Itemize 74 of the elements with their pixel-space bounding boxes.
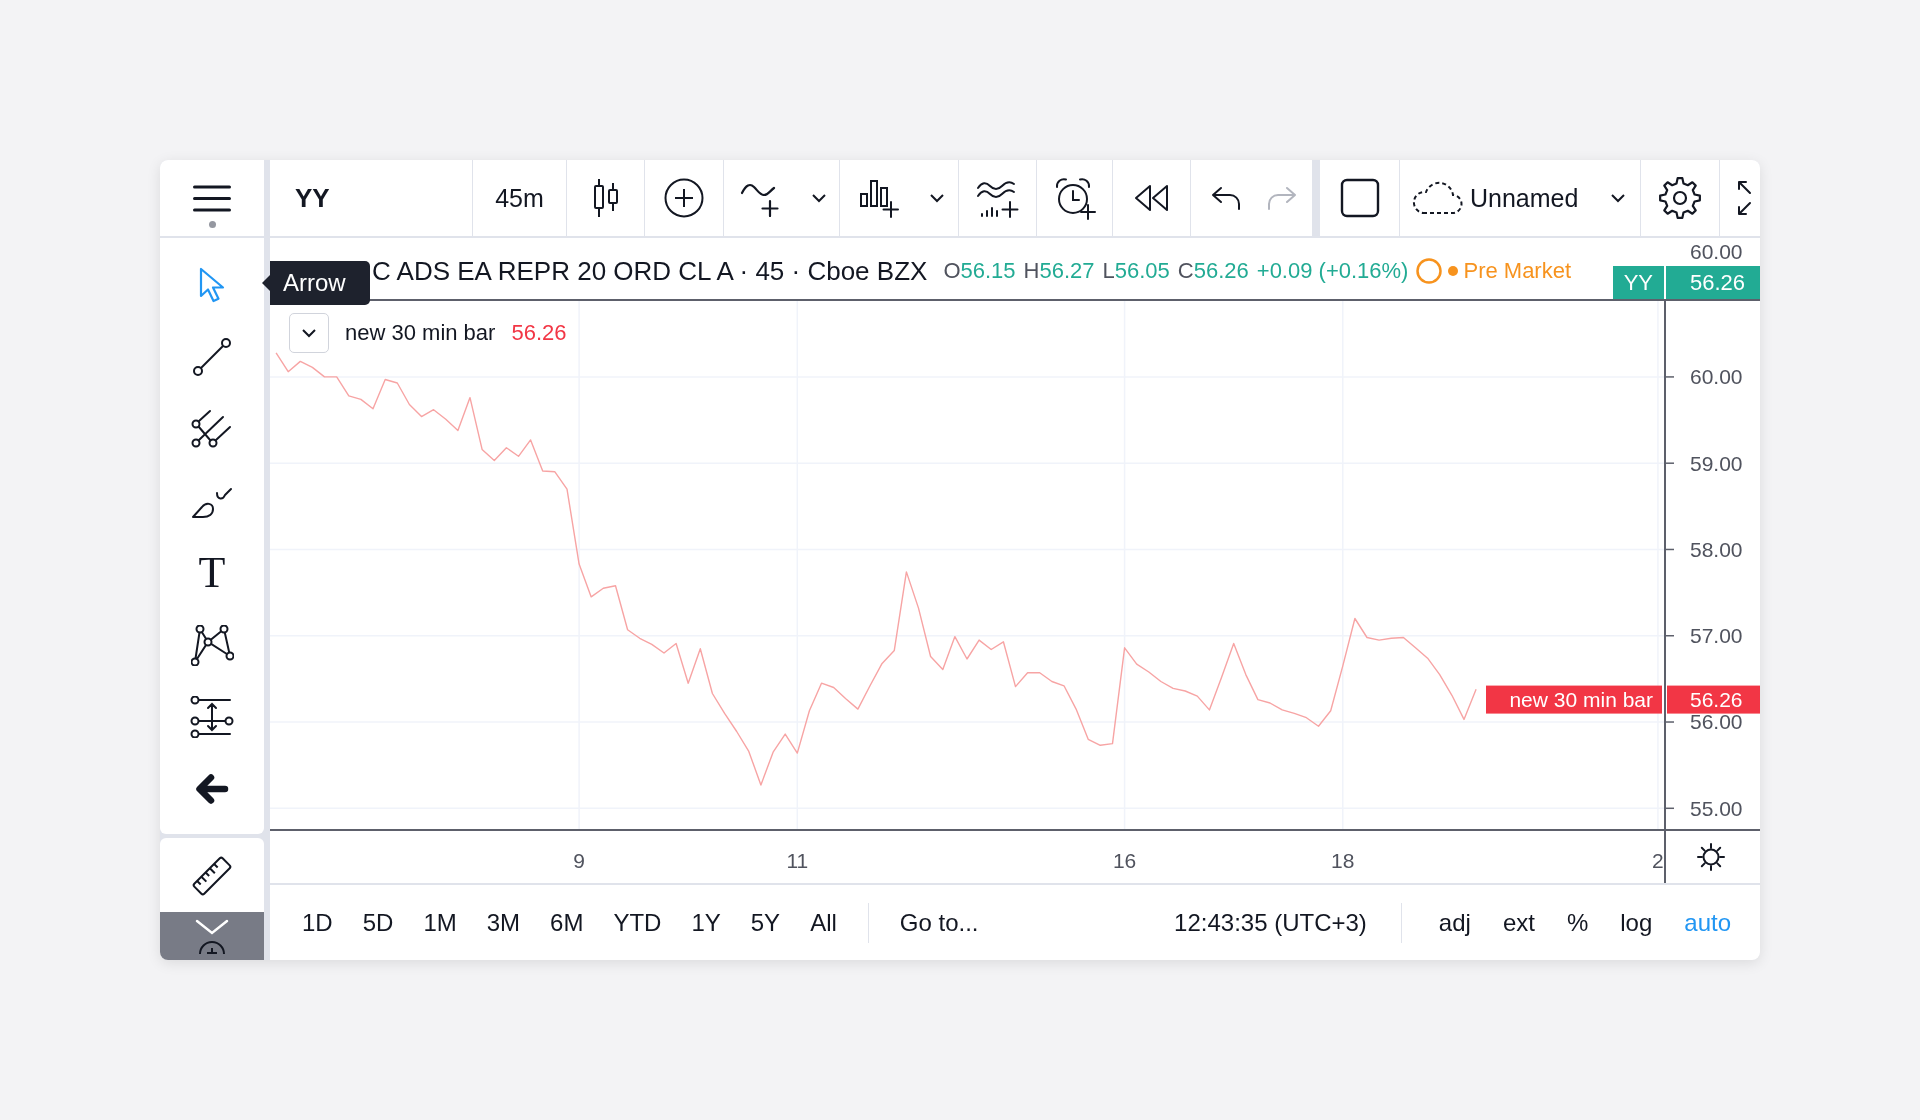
dot-icon — [208, 221, 216, 228]
symbol-title: C ADS EA REPR 20 ORD CL A · 45 · Cboe BZX — [372, 255, 928, 287]
symbol-button[interactable]: YY — [270, 160, 473, 236]
time-axis-label: 9 — [573, 849, 585, 873]
candlestick-icon — [592, 178, 619, 218]
settings-icon — [1658, 176, 1702, 220]
time-axis-label: 11 — [786, 849, 809, 873]
price-axis-label: 60.00 — [1689, 239, 1744, 265]
price-axis-label: 58.00 — [1690, 537, 1743, 561]
ohlc-reading: L56.05 — [1102, 258, 1170, 284]
caret-icon — [811, 193, 827, 203]
range-button[interactable]: 3M — [471, 900, 536, 945]
price-change: +0.09 (+0.16%) — [1256, 258, 1409, 284]
undo-icon — [1210, 185, 1242, 211]
cloud-icon — [1411, 180, 1463, 216]
ohlc-reading: O56.15 — [943, 258, 1016, 284]
collapse-button[interactable] — [289, 313, 329, 353]
chevron-down-icon — [301, 328, 317, 338]
interval-button[interactable]: 45m — [473, 160, 567, 236]
ohlc-reading: H56.27 — [1023, 258, 1095, 284]
caret-icon — [1610, 193, 1626, 203]
scale-option-button[interactable]: ext — [1486, 900, 1551, 945]
series-price-label: new 30 min bar — [1486, 685, 1662, 714]
scroll-down-button[interactable] — [160, 912, 264, 960]
price-axis-label: 57.00 — [1690, 624, 1743, 648]
range-button[interactable]: 1Y — [676, 900, 736, 945]
go-to-button[interactable]: Go to... — [884, 900, 994, 945]
session-label: Pre Market — [1463, 258, 1572, 284]
caret-icon — [929, 193, 945, 203]
cursor-icon — [198, 266, 226, 304]
price-axis-label: 59.00 — [1690, 451, 1743, 475]
range-button[interactable]: 1M — [408, 900, 472, 945]
ruler-icon — [191, 855, 233, 897]
range-button[interactable]: 5D — [347, 900, 409, 945]
square-icon — [1339, 178, 1380, 218]
range-button[interactable]: All — [795, 900, 852, 945]
plus-circle-icon — [664, 178, 704, 218]
redo-icon — [1266, 185, 1298, 211]
pattern-nodes-icon — [190, 624, 234, 666]
trend-line-icon — [192, 337, 232, 377]
layout-name-button[interactable]: Unnamed — [1400, 160, 1641, 236]
status-dot-icon — [1448, 266, 1459, 276]
series-label: new 30 min bar — [1509, 687, 1653, 711]
sun-icon[interactable] — [1697, 843, 1725, 871]
bar-chart-plus-icon — [859, 178, 899, 218]
price-axis-tag: 56.26 — [1666, 266, 1760, 299]
range-button[interactable]: 6M — [535, 900, 599, 945]
price-axis-label: 55.00 — [1690, 796, 1743, 820]
text-tool-icon: T — [198, 551, 226, 595]
series-name: new 30 min bar — [345, 320, 496, 346]
text-tool-button[interactable]: T — [180, 541, 244, 605]
wave-bars-plus-icon — [975, 178, 1020, 218]
series-value: 56.26 — [511, 320, 567, 346]
chevron-down-icon — [194, 918, 230, 936]
measure-lines-icon — [190, 696, 234, 738]
range-button[interactable]: 5Y — [735, 900, 796, 945]
symbol-price-tag: YY — [1612, 266, 1664, 299]
scale-option-button[interactable]: log — [1604, 900, 1669, 945]
range-button[interactable]: 1D — [287, 900, 348, 945]
time-axis-label: 2 — [1652, 849, 1664, 873]
price-axis-label: 60.00 — [1690, 365, 1743, 389]
scale-option-button[interactable]: adj — [1422, 900, 1487, 945]
arrow-left-icon — [195, 773, 229, 805]
status-ring-icon — [1416, 258, 1443, 284]
tooltip: Arrow — [262, 261, 370, 305]
scale-option-button[interactable]: % — [1550, 900, 1605, 945]
fork-lines-icon — [191, 409, 233, 449]
price-axis-tag: 56.26 — [1667, 685, 1760, 714]
menu-icon — [193, 185, 231, 212]
ohlc-reading: C56.26 — [1177, 258, 1249, 284]
range-button[interactable]: YTD — [598, 900, 677, 945]
clock-text: 12:43:35 (UTC+3) — [1174, 908, 1367, 937]
time-axis-label: 16 — [1112, 849, 1137, 873]
time-axis-label: 18 — [1331, 849, 1355, 873]
